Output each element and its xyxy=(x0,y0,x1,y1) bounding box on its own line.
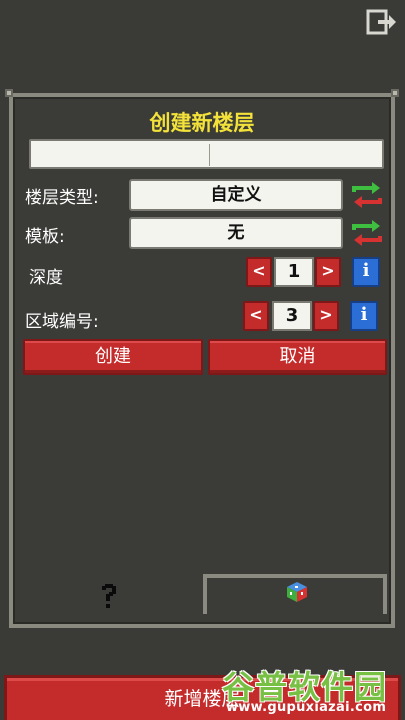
template-label: 模板: xyxy=(25,227,65,247)
panel-corner xyxy=(5,89,13,97)
floor-type-field[interactable]: 自定义 xyxy=(129,179,343,211)
swap-icon[interactable] xyxy=(350,180,384,210)
question-mark-icon xyxy=(102,584,116,608)
cancel-button[interactable]: 取消 xyxy=(208,339,387,375)
dice-cube-icon xyxy=(287,582,307,602)
region-value: 3 xyxy=(272,301,312,331)
region-info-icon[interactable]: i xyxy=(350,301,378,331)
region-increment-button[interactable]: > xyxy=(313,301,339,331)
panel-corner xyxy=(391,89,399,97)
tab-dice[interactable] xyxy=(203,574,387,614)
create-floor-dialog: 创建新楼层 楼层类型: 自定义 模板: 无 深度 < 1 > i 区域编号: <… xyxy=(5,89,399,628)
region-number-label: 区域编号: xyxy=(25,312,99,332)
dialog-title: 创建新楼层 xyxy=(149,111,255,135)
depth-label: 深度 xyxy=(29,268,63,288)
floor-type-label: 楼层类型: xyxy=(25,188,99,208)
tab-help[interactable] xyxy=(17,574,199,620)
template-field[interactable]: 无 xyxy=(129,217,343,249)
depth-info-icon[interactable]: i xyxy=(352,257,380,287)
create-button[interactable]: 创建 xyxy=(23,339,203,375)
input-caret xyxy=(209,144,210,166)
tab-bar xyxy=(13,574,391,624)
floor-name-input[interactable] xyxy=(29,139,384,169)
depth-decrement-button[interactable]: < xyxy=(246,257,272,287)
depth-increment-button[interactable]: > xyxy=(315,257,341,287)
region-decrement-button[interactable]: < xyxy=(243,301,269,331)
add-floor-button[interactable]: 新增楼层 xyxy=(4,675,401,720)
swap-icon[interactable] xyxy=(350,218,384,248)
depth-value: 1 xyxy=(274,257,314,287)
exit-icon[interactable] xyxy=(366,8,398,36)
